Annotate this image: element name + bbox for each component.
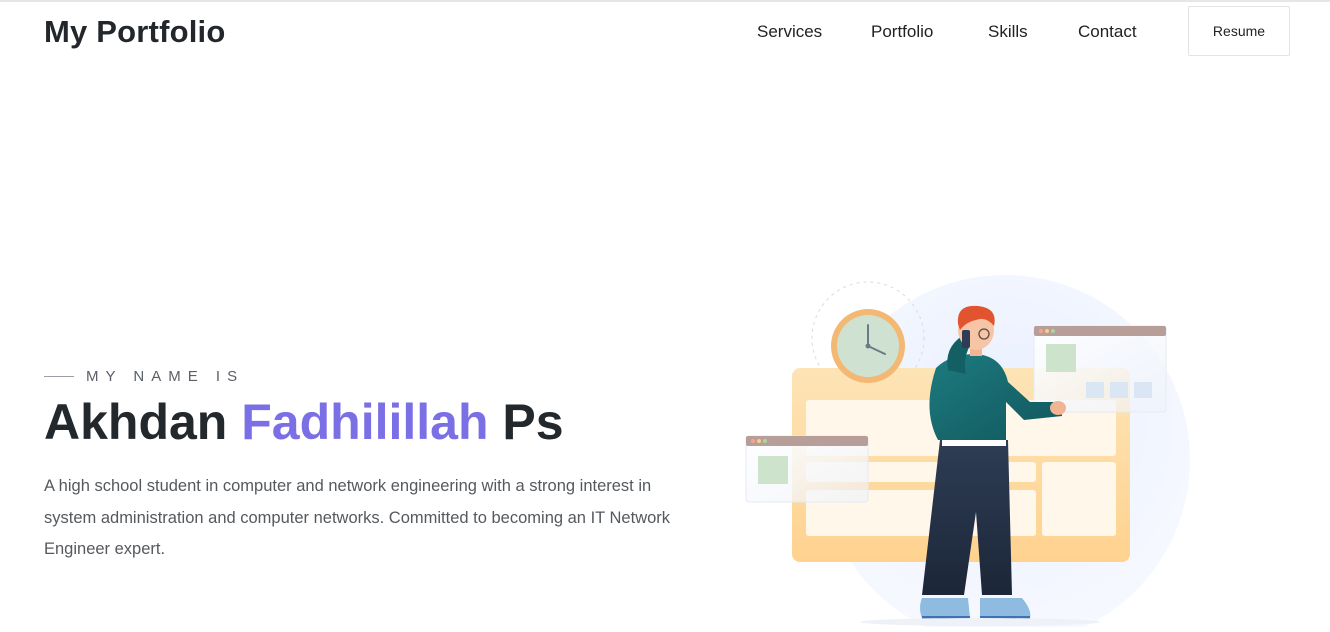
site-logo[interactable]: My Portfolio <box>44 14 226 50</box>
nav-link-skills[interactable]: Skills <box>988 22 1028 42</box>
hero-name: Akhdan Fadhilillah Ps <box>44 393 564 451</box>
eyebrow-text: MY NAME IS <box>86 367 245 385</box>
hero-eyebrow: MY NAME IS <box>44 366 244 386</box>
nav-link-services[interactable]: Services <box>757 22 822 42</box>
eyebrow-divider <box>44 375 74 377</box>
nav-link-portfolio[interactable]: Portfolio <box>871 22 933 42</box>
hero-name-accent: Fadhilillah <box>241 394 489 450</box>
resume-button[interactable]: Resume <box>1188 6 1290 56</box>
hero-description: A high school student in computer and ne… <box>44 477 671 558</box>
hero-name-first: Akhdan <box>44 394 228 450</box>
nav-link-contact[interactable]: Contact <box>1078 22 1137 42</box>
top-border <box>0 0 1330 2</box>
hero-name-last: Ps <box>502 394 564 450</box>
person-on-phone-illustration <box>740 250 1200 632</box>
